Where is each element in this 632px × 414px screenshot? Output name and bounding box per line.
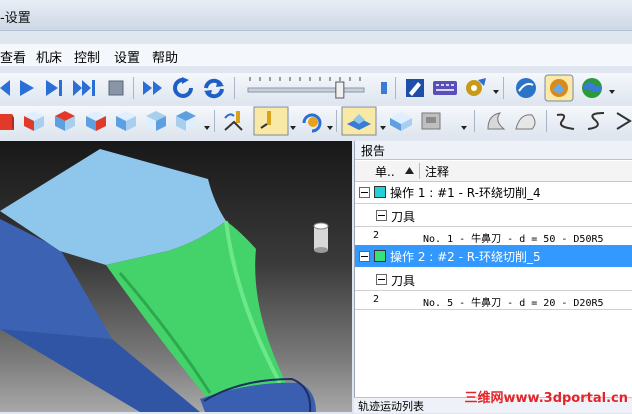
cube-back-icon[interactable] — [144, 109, 168, 133]
collapse-icon[interactable] — [376, 210, 387, 221]
title-bar: -设置 — [0, 0, 632, 31]
cube-iso-icon[interactable] — [114, 109, 138, 133]
curve-a-icon[interactable] — [554, 109, 578, 133]
column-comment[interactable]: 注释 — [425, 163, 449, 180]
menu-machine[interactable]: 机床 — [36, 47, 62, 66]
table-row-tool-group[interactable]: 刀具 — [355, 269, 632, 289]
sort-ascending-icon[interactable] — [405, 167, 414, 174]
tool-description: No. 5 - 牛鼻刀 - d = 20 - D20R5 — [423, 298, 604, 309]
tool-cylinder — [313, 222, 329, 253]
settings-icon[interactable] — [462, 76, 488, 100]
clock-tool-icon[interactable] — [300, 109, 326, 133]
table-row-operation-1[interactable]: 操作 1 : #1 - R-环绕切削_4 — [355, 181, 632, 203]
report-panel: 报告 单.. 注释 操作 1 : #1 - R-环绕切削_4 刀具 2 No. … — [354, 141, 632, 412]
curve-b-icon[interactable] — [584, 109, 608, 133]
collapse-icon[interactable] — [359, 187, 370, 198]
machine-icon[interactable] — [418, 109, 446, 133]
play-back-icon[interactable] — [0, 79, 10, 97]
dropdown-arrow-icon[interactable] — [493, 90, 499, 94]
dropdown-arrow-icon[interactable] — [204, 126, 210, 130]
menu-settings[interactable]: 设置 — [114, 47, 140, 66]
operation-label: 操作 2 : #2 - R-环绕切削_5 — [390, 250, 541, 264]
table-row-operation-2[interactable]: 操作 2 : #2 - R-环绕切削_5 — [355, 245, 632, 267]
table-row-tool[interactable]: 2 No. 5 - 牛鼻刀 - d = 20 - D20R5 — [355, 292, 632, 309]
toolbar-separator — [474, 110, 475, 132]
menu-bar: 查看 机床 控制 设置 帮助 — [0, 44, 632, 66]
fixture-icon[interactable] — [388, 109, 414, 133]
toolbar-separator — [234, 77, 235, 99]
table-row-tool[interactable]: 2 No. 1 - 牛鼻刀 - d = 50 - D50R5 — [355, 228, 632, 245]
report-title: 报告 — [361, 144, 386, 158]
menu-help[interactable]: 帮助 — [152, 47, 178, 66]
cube-bottom-icon[interactable] — [174, 109, 198, 133]
watermark: 三维网www.3dportal.cn — [464, 391, 628, 406]
cube-front-icon[interactable] — [22, 109, 46, 133]
toolbar-separator — [133, 77, 134, 99]
curve-c-icon[interactable] — [614, 109, 632, 133]
menu-view[interactable]: 查看 — [0, 47, 26, 66]
tool-unit: 2 — [373, 294, 380, 305]
tool-description: No. 1 - 牛鼻刀 - d = 50 - D50R5 — [423, 234, 604, 245]
toolbar-separator — [395, 77, 396, 99]
shape-b-icon[interactable] — [514, 109, 540, 133]
shape-a-icon[interactable] — [484, 109, 508, 133]
stop-icon[interactable] — [108, 80, 124, 96]
playback-toolbar — [0, 73, 632, 103]
cube-side-icon[interactable] — [84, 109, 108, 133]
cube-red-icon[interactable] — [0, 110, 16, 132]
speed-slider[interactable] — [246, 75, 376, 101]
toolbar-separator — [503, 77, 504, 99]
report-header: 报告 — [355, 141, 632, 160]
keyboard-icon[interactable] — [432, 79, 458, 97]
stock-icon[interactable] — [341, 106, 377, 136]
collapse-icon[interactable] — [376, 274, 387, 285]
dropdown-arrow-icon[interactable] — [609, 90, 615, 94]
play-icon[interactable] — [18, 79, 36, 97]
small-toggle-icon[interactable] — [380, 79, 388, 97]
dropdown-arrow-icon[interactable] — [380, 126, 386, 130]
globe-icon[interactable] — [580, 76, 604, 100]
edit-icon[interactable] — [404, 77, 426, 99]
operation-color-swatch — [374, 250, 386, 262]
table-row-tool-group[interactable]: 刀具 — [355, 205, 632, 225]
dropdown-arrow-icon[interactable] — [327, 126, 333, 130]
column-unit[interactable]: 单.. — [375, 163, 395, 180]
refresh-icon[interactable] — [172, 77, 196, 99]
dropdown-arrow-icon[interactable] — [290, 126, 296, 130]
collapse-icon[interactable] — [359, 251, 370, 262]
tool-a-icon[interactable] — [222, 108, 248, 134]
3d-viewport[interactable] — [0, 141, 352, 412]
view-icon[interactable] — [514, 76, 538, 100]
cube-top-icon[interactable] — [53, 109, 77, 133]
operation-label: 操作 1 : #1 - R-环绕切削_4 — [390, 186, 541, 200]
toolbar-separator — [214, 110, 215, 132]
toolpath-view-icon[interactable] — [544, 74, 574, 102]
window-title: -设置 — [0, 11, 31, 26]
loop-icon[interactable] — [202, 77, 226, 99]
fast-forward-end-icon[interactable] — [72, 79, 100, 97]
report-column-header: 单.. 注释 — [355, 161, 632, 182]
toolbar-separator — [546, 110, 547, 132]
operation-color-swatch — [374, 186, 386, 198]
column-divider — [419, 163, 420, 179]
group-label: 刀具 — [391, 210, 416, 224]
view-toolbar — [0, 106, 632, 136]
tool-unit: 2 — [373, 230, 380, 241]
menu-control[interactable]: 控制 — [74, 47, 100, 66]
toolbar-separator — [336, 110, 337, 132]
group-label: 刀具 — [391, 274, 416, 288]
skip-icon[interactable] — [142, 79, 166, 97]
step-end-icon[interactable] — [44, 79, 64, 97]
slider-thumb[interactable] — [335, 81, 345, 99]
dropdown-arrow-icon[interactable] — [461, 126, 467, 130]
tool-b-icon[interactable] — [253, 106, 289, 136]
part-model — [0, 149, 329, 412]
